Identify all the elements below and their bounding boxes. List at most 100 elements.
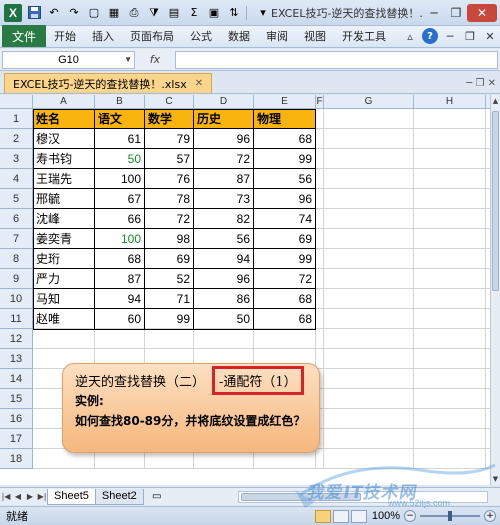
empty-cell[interactable] bbox=[145, 329, 194, 349]
score-cell[interactable]: 71 bbox=[145, 289, 194, 309]
name-cell[interactable]: 穆汉 bbox=[33, 129, 95, 149]
chevron-down-icon[interactable]: ▼ bbox=[124, 55, 132, 64]
empty-cell[interactable] bbox=[324, 209, 414, 229]
score-cell[interactable]: 69 bbox=[145, 249, 194, 269]
header-cell[interactable]: 语文 bbox=[95, 109, 145, 129]
prev-sheet-icon[interactable]: ◀ bbox=[12, 492, 24, 501]
row-header-2[interactable]: 2 bbox=[0, 129, 33, 149]
chart-icon[interactable]: ▣ bbox=[206, 5, 222, 21]
name-box[interactable]: G10 ▼ bbox=[2, 50, 135, 69]
vertical-scrollbar[interactable]: ▲ ▼ bbox=[490, 95, 500, 485]
empty-cell[interactable] bbox=[316, 289, 324, 309]
horizontal-scroll-thumb[interactable] bbox=[241, 492, 361, 501]
empty-cell[interactable] bbox=[414, 169, 486, 189]
score-cell[interactable]: 68 bbox=[95, 249, 145, 269]
tab-page-layout[interactable]: 页面布局 bbox=[122, 25, 182, 47]
column-header-f[interactable]: F bbox=[316, 95, 324, 109]
empty-cell[interactable] bbox=[414, 109, 486, 129]
empty-cell[interactable] bbox=[324, 189, 414, 209]
empty-cell[interactable] bbox=[95, 329, 145, 349]
empty-cell[interactable] bbox=[254, 329, 316, 349]
name-cell[interactable]: 严力 bbox=[33, 269, 95, 289]
row-header-12[interactable]: 12 bbox=[0, 329, 33, 349]
row-header-15[interactable]: 15 bbox=[0, 389, 33, 409]
save-icon[interactable] bbox=[26, 5, 42, 21]
empty-cell[interactable] bbox=[33, 329, 95, 349]
workbook-close-icon[interactable]: ✕ bbox=[488, 78, 496, 89]
zoom-out-icon[interactable]: − bbox=[404, 510, 416, 522]
zoom-slider-knob[interactable] bbox=[448, 511, 452, 521]
empty-cell[interactable] bbox=[316, 309, 324, 329]
tab-data[interactable]: 数据 bbox=[220, 25, 258, 47]
score-cell[interactable]: 56 bbox=[254, 169, 316, 189]
filter-icon[interactable]: ⧩ bbox=[146, 5, 162, 21]
score-cell[interactable]: 99 bbox=[145, 309, 194, 329]
empty-cell[interactable] bbox=[316, 249, 324, 269]
empty-cell[interactable] bbox=[414, 189, 486, 209]
empty-cell[interactable] bbox=[414, 349, 486, 369]
header-cell[interactable]: 历史 bbox=[194, 109, 254, 129]
row-header-14[interactable]: 14 bbox=[0, 369, 33, 389]
tab-insert[interactable]: 插入 bbox=[84, 25, 122, 47]
score-cell[interactable]: 82 bbox=[194, 209, 254, 229]
empty-cell[interactable] bbox=[316, 129, 324, 149]
score-cell[interactable]: 98 bbox=[145, 229, 194, 249]
score-cell[interactable]: 72 bbox=[194, 149, 254, 169]
window-close-icon[interactable]: ✕ bbox=[482, 28, 498, 44]
empty-cell[interactable] bbox=[324, 409, 414, 429]
undo-icon[interactable]: ↶ bbox=[46, 5, 62, 21]
row-header-16[interactable]: 16 bbox=[0, 409, 33, 429]
score-cell[interactable]: 50 bbox=[95, 149, 145, 169]
column-header-h[interactable]: H bbox=[414, 95, 486, 109]
score-cell[interactable]: 100 bbox=[95, 169, 145, 189]
empty-cell[interactable] bbox=[414, 449, 486, 469]
score-cell[interactable]: 66 bbox=[95, 209, 145, 229]
name-cell[interactable]: 沈峰 bbox=[33, 209, 95, 229]
row-header-4[interactable]: 4 bbox=[0, 169, 33, 189]
empty-cell[interactable] bbox=[316, 229, 324, 249]
sort-icon[interactable]: ⇅ bbox=[226, 5, 242, 21]
name-cell[interactable]: 赵唯 bbox=[33, 309, 95, 329]
empty-cell[interactable] bbox=[324, 249, 414, 269]
help-icon[interactable]: ? bbox=[422, 28, 438, 44]
row-header-1[interactable]: 1 bbox=[0, 109, 33, 129]
empty-cell[interactable] bbox=[414, 229, 486, 249]
row-header-18[interactable]: 18 bbox=[0, 449, 33, 469]
row-header-17[interactable]: 17 bbox=[0, 429, 33, 449]
empty-cell[interactable] bbox=[324, 309, 414, 329]
column-header-g[interactable]: G bbox=[324, 95, 414, 109]
insert-sheet-icon[interactable]: ▭ bbox=[148, 490, 166, 504]
row-header-10[interactable]: 10 bbox=[0, 289, 33, 309]
empty-cell[interactable] bbox=[324, 129, 414, 149]
score-cell[interactable]: 94 bbox=[95, 289, 145, 309]
customize-toolbar-icon[interactable]: ▾ bbox=[255, 5, 271, 21]
vertical-scroll-thumb[interactable] bbox=[492, 111, 499, 291]
zoom-in-icon[interactable]: + bbox=[484, 510, 496, 522]
score-cell[interactable]: 99 bbox=[254, 149, 316, 169]
tab-file[interactable]: 文件 bbox=[2, 25, 46, 47]
name-cell[interactable]: 邢毓 bbox=[33, 189, 95, 209]
empty-cell[interactable] bbox=[324, 349, 414, 369]
name-cell[interactable]: 王瑞先 bbox=[33, 169, 95, 189]
empty-cell[interactable] bbox=[414, 149, 486, 169]
column-header-e[interactable]: E bbox=[254, 95, 316, 109]
empty-cell[interactable] bbox=[324, 269, 414, 289]
zoom-level[interactable]: 100% bbox=[372, 510, 400, 522]
minimize-icon[interactable]: ─ bbox=[423, 4, 445, 22]
empty-cell[interactable] bbox=[414, 429, 486, 449]
tab-review[interactable]: 审阅 bbox=[258, 25, 296, 47]
page-layout-view-button[interactable] bbox=[332, 509, 349, 523]
sum-icon[interactable]: Σ bbox=[186, 5, 202, 21]
score-cell[interactable]: 61 bbox=[95, 129, 145, 149]
row-header-9[interactable]: 9 bbox=[0, 269, 33, 289]
tab-home[interactable]: 开始 bbox=[46, 25, 84, 47]
score-cell[interactable]: 96 bbox=[194, 129, 254, 149]
horizontal-scrollbar[interactable] bbox=[238, 490, 488, 503]
insert-function-icon[interactable]: fx bbox=[135, 53, 175, 66]
empty-cell[interactable] bbox=[414, 249, 486, 269]
column-header-c[interactable]: C bbox=[145, 95, 194, 109]
row-header-3[interactable]: 3 bbox=[0, 149, 33, 169]
score-cell[interactable]: 73 bbox=[194, 189, 254, 209]
ribbon-collapse-icon[interactable]: ▵ bbox=[402, 28, 418, 44]
redo-icon[interactable]: ↷ bbox=[66, 5, 82, 21]
